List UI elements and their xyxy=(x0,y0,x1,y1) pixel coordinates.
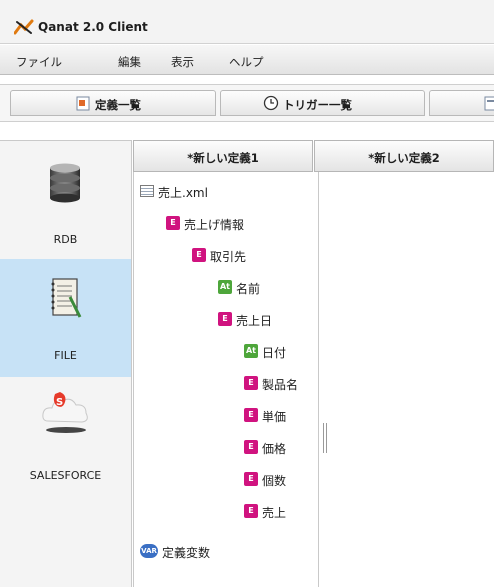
tree-node[interactable]: E 売上日 xyxy=(218,311,308,329)
tree-node-label: 日付 xyxy=(262,346,287,360)
clock-icon xyxy=(263,95,279,111)
tree-node[interactable]: E 価格 xyxy=(244,439,314,457)
panel-splitter-handle[interactable] xyxy=(323,423,328,453)
element-icon: E xyxy=(244,408,258,422)
editor-tab-definition-1[interactable]: *新しい定義1 xyxy=(133,140,313,172)
tree-node[interactable]: E 売上 xyxy=(244,503,314,521)
tree-node[interactable]: E 個数 xyxy=(244,471,314,489)
app-title: Qanat 2.0 Client xyxy=(38,20,148,34)
title-bar: Qanat 2.0 Client xyxy=(0,0,494,44)
nav-label-rdb: RDB xyxy=(53,233,78,246)
xml-tree-panel: 売上.xml E 売上げ情報 E 取引先 At 名前 E 売上日 At 日付 E… xyxy=(133,172,319,587)
tree-node-label: 名前 xyxy=(236,282,261,296)
element-icon: E xyxy=(244,472,258,486)
notebook-icon xyxy=(51,278,82,318)
nav-label-file: FILE xyxy=(54,349,77,362)
tree-node[interactable]: At 日付 xyxy=(244,343,314,361)
main-tab-bar: 定義一覧 トリガー一覧 xyxy=(0,84,494,122)
tree-node-label: 個数 xyxy=(262,474,287,488)
xml-file-icon xyxy=(140,185,154,197)
nav-item-rdb[interactable]: RDB xyxy=(0,141,131,259)
toolbar-spacer xyxy=(0,75,494,84)
database-icon xyxy=(50,163,80,203)
attribute-icon: At xyxy=(218,280,232,294)
tree-node[interactable]: At 名前 xyxy=(218,279,308,297)
tab-trigger-list-label: トリガー一覧 xyxy=(283,98,352,112)
menu-help[interactable]: ヘルプ xyxy=(229,54,264,70)
tree-node-label: 製品名 xyxy=(262,378,299,392)
tree-node-label: 価格 xyxy=(262,442,287,456)
qanat-logo-icon xyxy=(14,19,34,35)
tab-definition-list-label: 定義一覧 xyxy=(95,98,141,112)
tree-node-label: 売上日 xyxy=(236,314,273,328)
element-icon: E xyxy=(244,504,258,518)
tab-third[interactable] xyxy=(429,90,494,116)
tree-node[interactable]: E 取引先 xyxy=(192,247,312,265)
tree-node[interactable]: E 単価 xyxy=(244,407,314,425)
svg-text:S: S xyxy=(56,397,63,408)
cloud-icon: S xyxy=(42,392,88,433)
tree-node[interactable]: E 売上げ情報 xyxy=(166,215,306,233)
tree-node[interactable]: E 製品名 xyxy=(244,375,314,393)
tab-definition-list[interactable]: 定義一覧 xyxy=(10,90,216,116)
tree-variables-node[interactable]: VAR 定義変数 xyxy=(140,543,260,561)
tree-node-label: 取引先 xyxy=(210,250,247,264)
tree-node-label: 売上 xyxy=(262,506,287,520)
editor-tab-definition-2[interactable]: *新しい定義2 xyxy=(314,140,494,172)
tree-variables-label: 定義変数 xyxy=(162,546,211,560)
document-icon xyxy=(76,96,90,111)
tab-trigger-list[interactable]: トリガー一覧 xyxy=(220,90,425,116)
menu-bar: ファイル 編集 表示 ヘルプ xyxy=(0,45,494,75)
document-icon xyxy=(484,96,494,111)
editor-tab-bar: *新しい定義1 *新しい定義2 xyxy=(133,140,494,172)
variable-icon: VAR xyxy=(140,544,158,558)
element-icon: E xyxy=(166,216,180,230)
tree-root-file[interactable]: 売上.xml xyxy=(140,183,310,201)
tree-root-label: 売上.xml xyxy=(158,186,208,200)
element-icon: E xyxy=(244,440,258,454)
tree-node-label: 単価 xyxy=(262,410,287,424)
attribute-icon: At xyxy=(244,344,258,358)
editor-tab-definition-2-label: *新しい定義2 xyxy=(368,151,440,165)
menu-edit[interactable]: 編集 xyxy=(118,54,141,70)
element-icon: E xyxy=(192,248,206,262)
menu-file[interactable]: ファイル xyxy=(16,54,62,70)
nav-item-file[interactable]: FILE xyxy=(0,259,131,377)
menu-view[interactable]: 表示 xyxy=(171,54,194,70)
element-icon: E xyxy=(244,376,258,390)
source-type-nav: RDB FILE S SALESFORCE xyxy=(0,140,132,587)
element-icon: E xyxy=(218,312,232,326)
tree-node-label: 売上げ情報 xyxy=(184,218,245,232)
nav-item-salesforce[interactable]: S SALESFORCE xyxy=(0,377,131,495)
nav-label-salesforce: SALESFORCE xyxy=(29,469,102,482)
editor-tab-definition-1-label: *新しい定義1 xyxy=(187,151,259,165)
